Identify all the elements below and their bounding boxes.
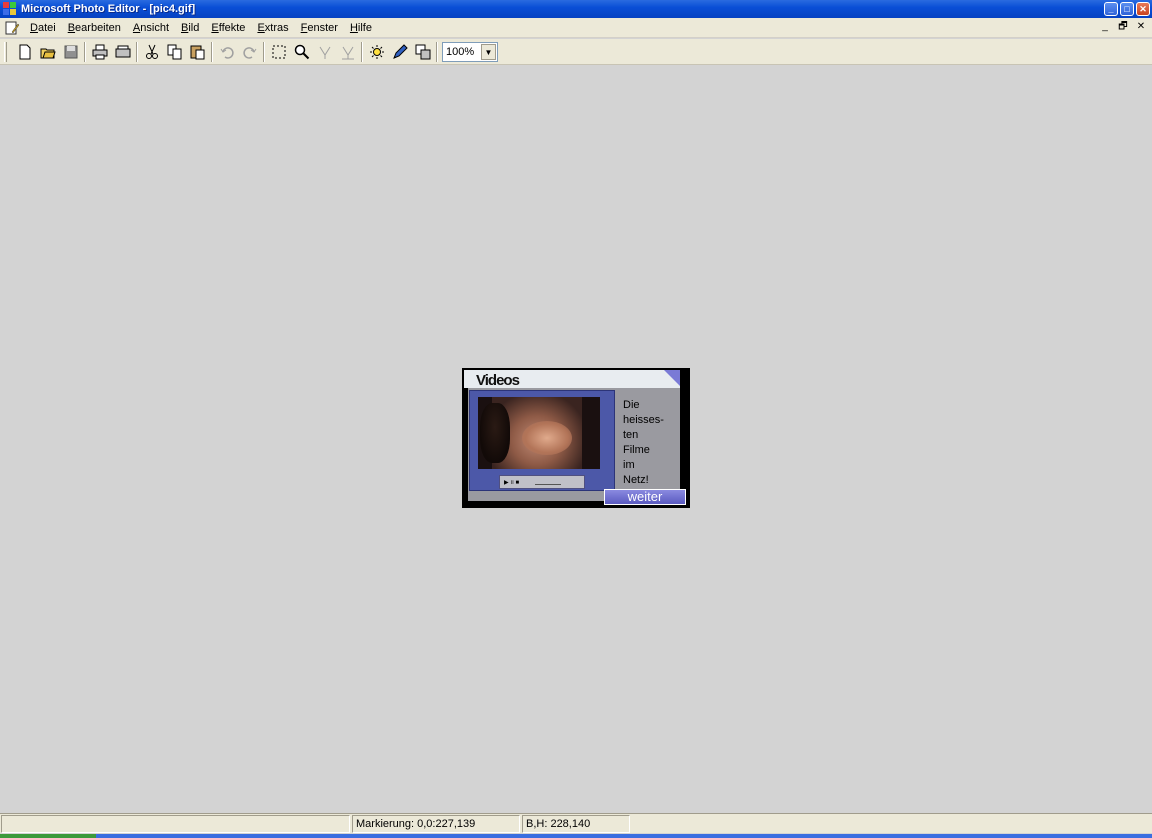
menu-ansicht[interactable]: Ansicht [127,22,175,34]
toolbar-grip[interactable] [4,41,7,62]
minimize-button[interactable]: _ [1104,2,1118,16]
document-icon[interactable] [4,21,20,35]
open-icon[interactable] [36,41,59,63]
banner-body: ▶ ॥ ■ Die heisses- ten Filme im Netz! [468,388,680,501]
image-canvas[interactable]: Videos ▶ ॥ ■ Die heisses- ten Filme im N… [462,368,690,508]
menu-effekte[interactable]: Effekte [205,22,251,34]
chevron-down-icon[interactable]: ▼ [481,43,496,60]
video-thumbnail [478,397,600,469]
corner-triangle [664,370,680,386]
volume-slider [535,479,562,485]
menu-fenster[interactable]: Fenster [295,22,344,34]
paste-icon[interactable] [186,41,209,63]
undo-icon[interactable] [215,41,238,63]
menu-bearbeiten[interactable]: Bearbeiten [62,22,127,34]
zoom-value: 100% [446,45,475,58]
title-bar: Microsoft Photo Editor - [pic4.gif] _ □ … [0,0,1152,18]
save-icon[interactable] [59,41,82,63]
replace-color-icon[interactable] [411,41,434,63]
toolbar: 100% ▼ [0,39,1152,65]
video-player-frame: ▶ ॥ ■ [469,390,615,491]
photo-editor-app-icon[interactable] [3,2,17,16]
copy-icon[interactable] [163,41,186,63]
close-button[interactable]: ✕ [1136,2,1150,16]
redo-icon[interactable] [238,41,261,63]
status-filler [632,815,1151,833]
status-selection: Markierung: 0,0:227,139 [352,815,520,833]
smudge-icon[interactable] [313,41,336,63]
taskbar-edge [0,834,1152,838]
scan-icon[interactable] [111,41,134,63]
weiter-button: weiter [604,489,686,505]
menu-extras[interactable]: Extras [251,22,294,34]
start-button-edge[interactable] [0,834,96,838]
menu-bild[interactable]: Bild [175,22,205,34]
select-icon[interactable] [267,41,290,63]
banner-header: Videos [464,370,680,389]
sharpen-icon[interactable] [336,41,359,63]
edit-icon[interactable] [388,41,411,63]
banner-text: Die heisses- ten Filme im Netz! [623,399,664,486]
doc-restore-button[interactable]: 🗗 [1116,21,1130,34]
menu-bar: Datei Bearbeiten Ansicht Bild Effekte Ex… [0,18,1152,38]
status-message [1,815,350,833]
doc-close-button[interactable]: ✕ [1134,21,1148,34]
new-icon[interactable] [13,41,36,63]
status-bar: Markierung: 0,0:227,139 B,H: 228,140 [0,813,1152,833]
window-title: Microsoft Photo Editor - [pic4.gif] [21,3,196,15]
zoom-select[interactable]: 100% ▼ [442,41,498,62]
status-size: B,H: 228,140 [522,815,630,833]
print-icon[interactable] [88,41,111,63]
cut-icon[interactable] [140,41,163,63]
menu-datei[interactable]: Datei [24,22,62,34]
banner-title: Videos [476,372,520,389]
doc-minimize-button[interactable]: _ [1098,21,1112,34]
player-controls: ▶ ॥ ■ [499,475,585,489]
player-buttons: ▶ ॥ ■ [504,480,520,486]
zoom-icon[interactable] [290,41,313,63]
menu-hilfe[interactable]: Hilfe [344,22,378,34]
balance-icon[interactable] [365,41,388,63]
maximize-button[interactable]: □ [1120,2,1134,16]
